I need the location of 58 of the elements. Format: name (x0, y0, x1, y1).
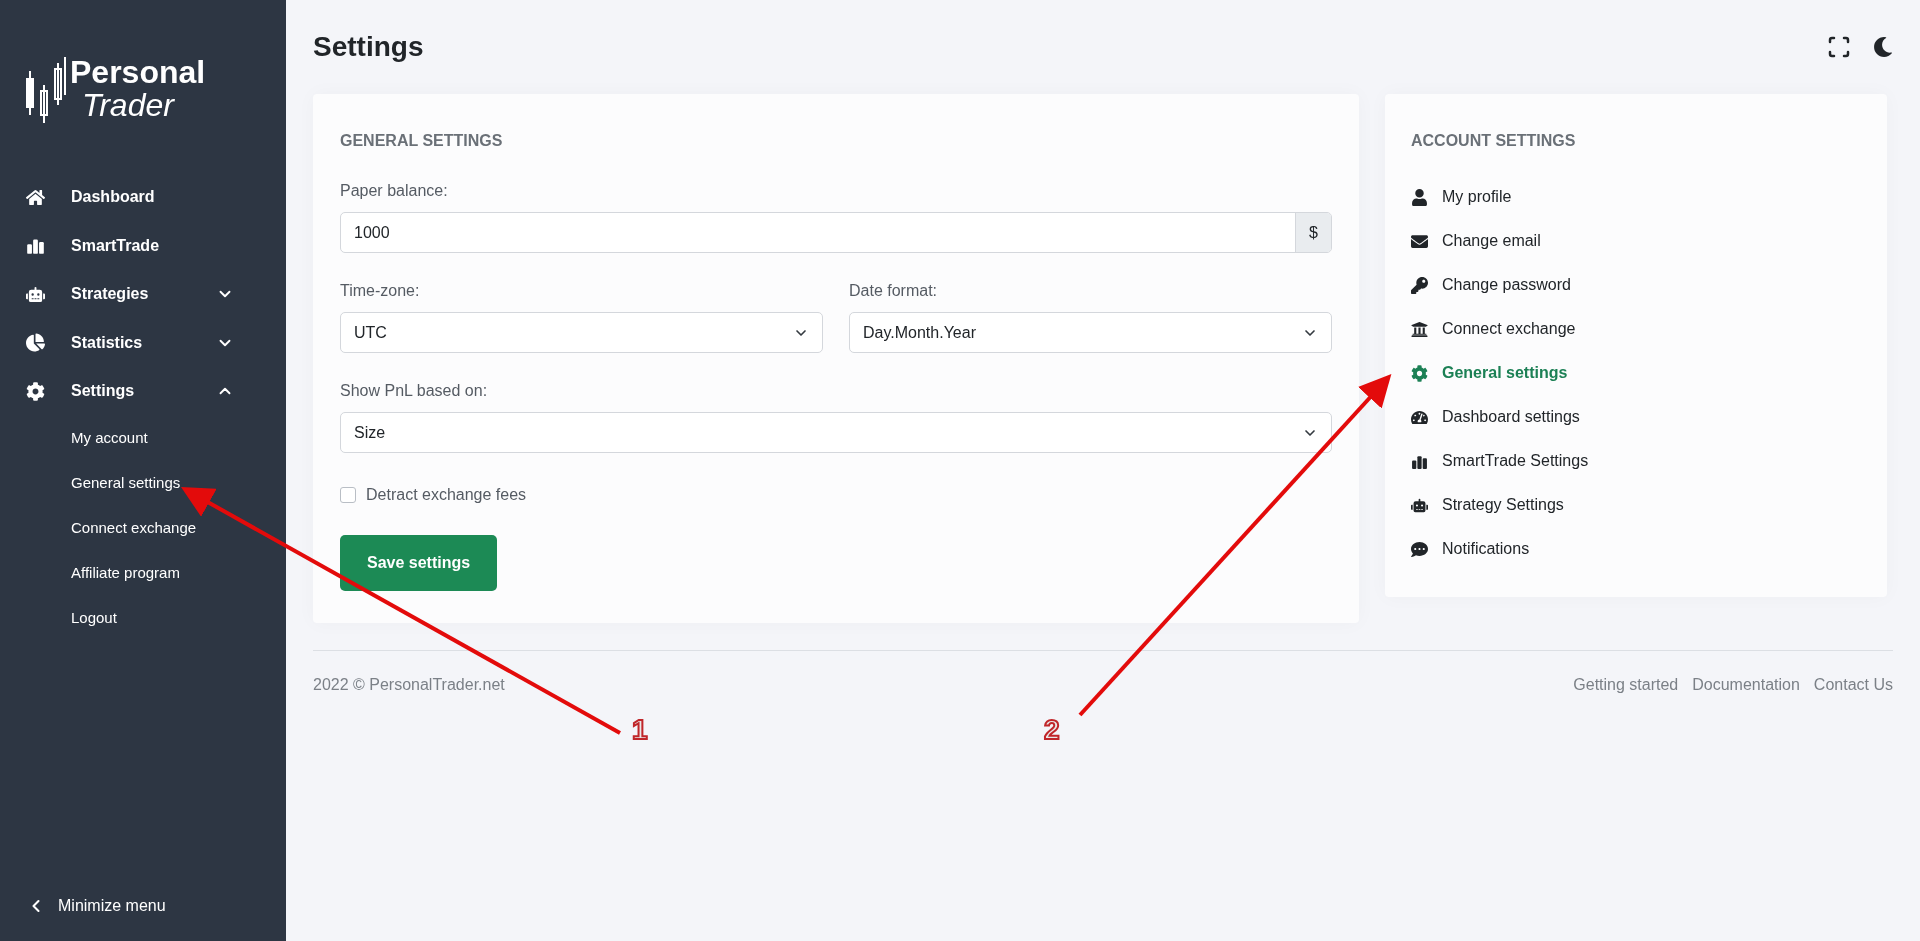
annotation-number: 1 (632, 716, 648, 744)
page-title: Settings (313, 30, 424, 64)
checkbox-label: Detract exchange fees (366, 485, 527, 505)
account-menu-item[interactable]: My profile (1411, 175, 1861, 219)
robot-icon (1411, 496, 1428, 514)
account-menu-item[interactable]: SmartTrade Settings (1411, 439, 1861, 483)
footer-link[interactable]: Getting started (1573, 673, 1679, 697)
save-settings-button[interactable]: Save settings (340, 535, 498, 591)
minimize-menu-link[interactable]: Minimize menu (58, 894, 166, 918)
bank-icon (1411, 320, 1428, 338)
field-label: Paper balance: (340, 181, 449, 201)
field-label: Time-zone: (340, 281, 421, 301)
chat-icon (1411, 540, 1428, 558)
nav-item[interactable]: Dashboard (0, 173, 286, 222)
user-icon (1411, 188, 1428, 206)
nav-subitem[interactable]: My account (0, 415, 286, 461)
nav-subitem[interactable]: Connect exchange (0, 505, 286, 551)
account-menu-item[interactable]: General settings (1411, 351, 1861, 395)
account-menu-item[interactable]: Notifications (1411, 527, 1861, 571)
paper-balance-field[interactable]: 1000 $ (340, 212, 1332, 253)
select-field[interactable]: Size (340, 412, 1332, 453)
logo-subtitle: Trader (81, 89, 176, 121)
account-menu-item[interactable]: Dashboard settings (1411, 395, 1861, 439)
footer-link[interactable]: Documentation (1692, 673, 1800, 697)
nav-item[interactable]: Settings (0, 367, 286, 416)
gear-icon (26, 381, 45, 401)
select-field[interactable]: UTC (340, 312, 823, 353)
candlestick-logo-icon (26, 57, 66, 123)
nav-subitem[interactable]: General settings (0, 460, 286, 506)
fullscreen-icon[interactable] (1827, 35, 1851, 59)
field-label: Date format: (849, 281, 939, 301)
moon-icon[interactable] (1873, 37, 1893, 57)
gauge-icon (1411, 408, 1428, 426)
nav-subitem[interactable]: Affiliate program (0, 550, 286, 596)
card-title: ACCOUNT SETTINGS (1411, 131, 1577, 151)
annotation-number: 2 (1044, 716, 1060, 744)
card-title: GENERAL SETTINGS (340, 131, 504, 151)
envelope-icon (1411, 232, 1428, 250)
gear-icon (1411, 364, 1428, 382)
currency-addon: $ (1295, 213, 1331, 252)
account-menu-item[interactable]: Connect exchange (1411, 307, 1861, 351)
pie-chart-icon (26, 333, 45, 353)
nav-item[interactable]: SmartTrade (0, 221, 286, 270)
account-menu-item[interactable]: Change password (1411, 263, 1861, 307)
footer-link[interactable]: Contact Us (1813, 673, 1893, 697)
home-icon (26, 187, 45, 207)
checkbox[interactable] (340, 487, 356, 503)
account-menu-item[interactable]: Strategy Settings (1411, 483, 1861, 527)
logo-title: Personal (70, 55, 206, 89)
nav-item[interactable]: Strategies (0, 270, 286, 319)
select-field[interactable]: Day.Month.Year (849, 312, 1332, 353)
nav-item[interactable]: Statistics (0, 318, 286, 367)
nav-subitem[interactable]: Logout (0, 595, 286, 641)
account-menu-item[interactable]: Change email (1411, 219, 1861, 263)
robot-icon (26, 284, 45, 304)
field-label: Show PnL based on: (340, 381, 489, 401)
key-icon (1411, 276, 1428, 294)
copyright-text: 2022 © PersonalTrader.net (313, 675, 505, 695)
